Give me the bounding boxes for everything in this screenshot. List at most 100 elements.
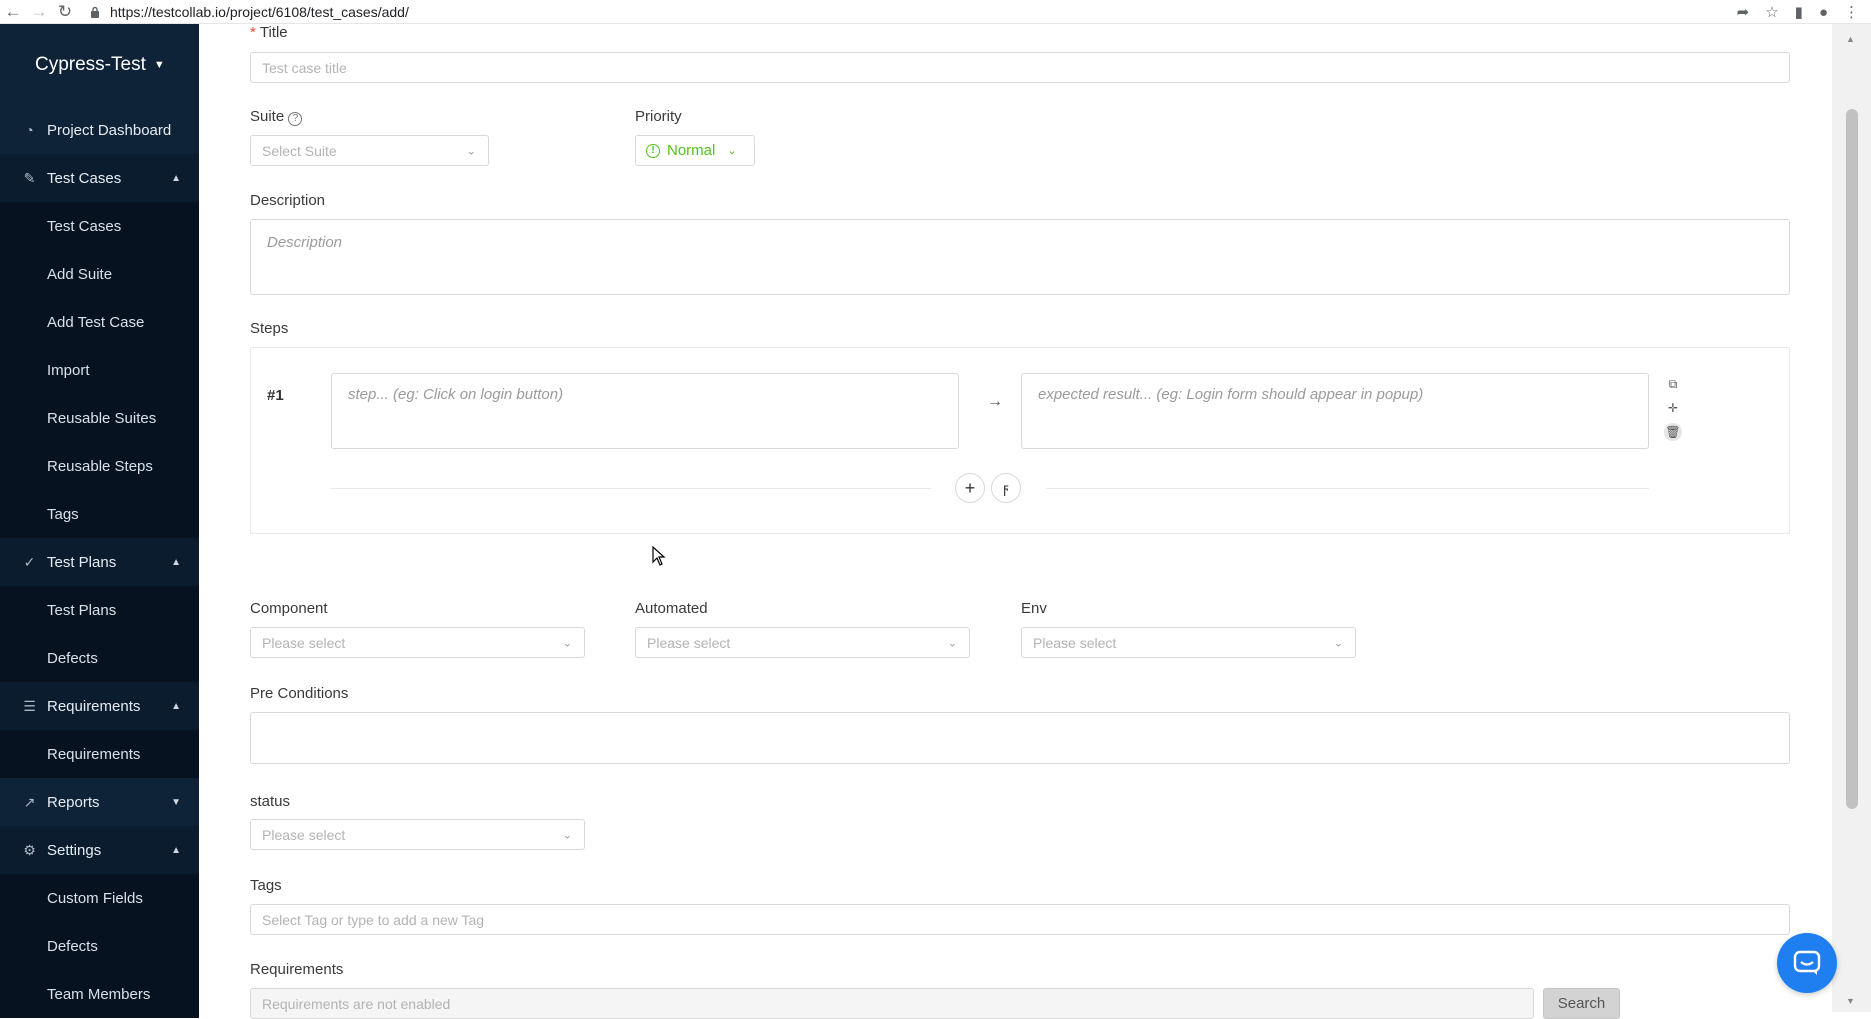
chevron-down-icon: ⌄ bbox=[466, 145, 476, 157]
suite-label-text: Suite bbox=[250, 108, 285, 125]
steps-container: #1 step... (eg: Click on login button) →… bbox=[250, 347, 1790, 534]
project-name: Cypress-Test bbox=[35, 54, 146, 75]
steps-label: Steps bbox=[250, 320, 289, 337]
priority-value: Normal bbox=[667, 142, 716, 159]
required-marker: * bbox=[250, 24, 256, 41]
sidebar-item-label: Add Suite bbox=[47, 265, 113, 283]
sidebar-item-test-plans[interactable]: ✓ Test Plans ▲ bbox=[0, 538, 199, 586]
add-step-button[interactable]: + bbox=[955, 473, 985, 503]
sidebar-item-label: Add Test Case bbox=[47, 313, 145, 331]
sidebar-item-label: Reusable Suites bbox=[47, 409, 157, 427]
address-bar[interactable]: https://testcollab.io/project/6108/test_… bbox=[88, 4, 409, 20]
project-switcher[interactable]: Cypress-Test ▼ bbox=[0, 24, 199, 106]
dashboard-icon: ◔ bbox=[25, 122, 34, 138]
status-select[interactable]: Please select ⌄ bbox=[250, 819, 585, 850]
tags-label: Tags bbox=[250, 877, 282, 894]
reload-icon[interactable]: ↻ bbox=[52, 0, 78, 24]
profile-icon[interactable]: ● bbox=[1819, 4, 1828, 21]
sidebar-item-label: Reports bbox=[47, 793, 100, 811]
step-number: #1 bbox=[267, 387, 284, 404]
suite-select[interactable]: Select Suite ⌄ bbox=[250, 135, 489, 166]
copy-icon[interactable]: ⧉ bbox=[1664, 375, 1682, 393]
sidebar-subitem-tags[interactable]: Tags bbox=[0, 490, 199, 538]
expected-placeholder: expected result... (eg: Login form shoul… bbox=[1038, 386, 1424, 403]
sidebar-subitem-add-test-case[interactable]: Add Test Case bbox=[0, 298, 199, 346]
help-icon[interactable]: ? bbox=[288, 111, 303, 126]
requirements-input: Requirements are not enabled bbox=[250, 988, 1534, 1019]
sidebar-item-project-dashboard[interactable]: ◔ Project Dashboard bbox=[0, 106, 199, 154]
url-text: https://testcollab.io/project/6108/test_… bbox=[110, 3, 409, 20]
chevron-up-icon: ▲ bbox=[171, 844, 181, 856]
chevron-down-icon: ▼ bbox=[171, 796, 181, 808]
expected-result-input[interactable]: expected result... (eg: Login form shoul… bbox=[1021, 373, 1649, 449]
info-icon: ! bbox=[646, 143, 660, 158]
sidebar-subitem-defects[interactable]: Defects bbox=[0, 634, 199, 682]
sidebar-item-test-cases[interactable]: ✎ Test Cases ▲ bbox=[0, 154, 199, 202]
sidebar-subitem-requirements[interactable]: Requirements bbox=[0, 730, 199, 778]
move-icon[interactable]: ✛ bbox=[1664, 399, 1682, 417]
automated-select[interactable]: Please select ⌄ bbox=[635, 627, 970, 658]
tags-input[interactable]: Select Tag or type to add a new Tag bbox=[250, 904, 1790, 935]
chevron-down-icon: ⌄ bbox=[1333, 637, 1343, 649]
sidebar-item-label: Requirements bbox=[47, 745, 141, 763]
sidebar-subitem-test-cases[interactable]: Test Cases bbox=[0, 202, 199, 250]
chat-launcher-button[interactable] bbox=[1777, 933, 1837, 993]
description-placeholder: Description bbox=[267, 234, 343, 251]
component-label: Component bbox=[250, 600, 328, 617]
sidebar-item-settings[interactable]: ⚙ Settings ▲ bbox=[0, 826, 199, 874]
scroll-up-icon[interactable]: ▲ bbox=[1846, 34, 1855, 44]
sidebar-item-label: Test Cases bbox=[47, 217, 122, 235]
step-divider-right bbox=[1046, 488, 1649, 489]
sidebar-subitem-reusable-steps[interactable]: Reusable Steps bbox=[0, 442, 199, 490]
back-icon[interactable]: ← bbox=[0, 0, 26, 24]
step-placeholder: step... (eg: Click on login button) bbox=[348, 386, 564, 403]
env-select[interactable]: Please select ⌄ bbox=[1021, 627, 1356, 658]
automated-placeholder: Please select bbox=[647, 634, 731, 651]
star-icon[interactable]: ☆ bbox=[1765, 3, 1778, 21]
sidebar-subitem-custom-fields[interactable]: Custom Fields bbox=[0, 874, 199, 922]
chevron-down-icon: ⌄ bbox=[562, 637, 572, 649]
sidebar-subitem-reusable-suites[interactable]: Reusable Suites bbox=[0, 394, 199, 442]
chevron-up-icon: ▲ bbox=[171, 556, 181, 568]
plus-icon: + bbox=[964, 477, 976, 498]
component-select[interactable]: Please select ⌄ bbox=[250, 627, 585, 658]
sidebar-item-label: Import bbox=[47, 361, 90, 379]
share-icon[interactable]: ➦ bbox=[1737, 3, 1750, 21]
test-case-form: * Title Test case title Suite ? Select Su… bbox=[199, 24, 1832, 1019]
sidebar-subitem-import[interactable]: Import bbox=[0, 346, 199, 394]
sidebar-subitem-add-suite[interactable]: Add Suite bbox=[0, 250, 199, 298]
requirements-label: Requirements bbox=[250, 961, 344, 978]
search-button[interactable]: Search bbox=[1543, 988, 1620, 1019]
chevron-down-icon: ⌄ bbox=[562, 829, 572, 841]
sidebar-item-reports[interactable]: ↗ Reports ▼ bbox=[0, 778, 199, 826]
caret-down-icon: ▼ bbox=[153, 59, 165, 71]
sidebar-item-label: Settings bbox=[47, 841, 102, 859]
sidepanel-icon[interactable]: ▮ bbox=[1795, 3, 1803, 21]
sidebar-item-label: Tags bbox=[47, 505, 79, 523]
scrollbar-thumb[interactable] bbox=[1846, 109, 1858, 809]
title-input[interactable]: Test case title bbox=[250, 52, 1790, 83]
chevron-down-icon: ⌄ bbox=[947, 637, 957, 649]
title-placeholder: Test case title bbox=[262, 59, 347, 76]
sidebar-item-label: Defects bbox=[47, 937, 98, 955]
sidebar-subitem-settings-defects[interactable]: Defects bbox=[0, 922, 199, 970]
scroll-down-icon[interactable]: ▼ bbox=[1846, 996, 1855, 1006]
trash-icon[interactable]: 🗑 bbox=[1664, 423, 1682, 441]
sidebar-item-label: Defects bbox=[47, 649, 98, 667]
priority-select[interactable]: ! Normal ⌄ bbox=[635, 135, 755, 166]
forward-icon[interactable]: → bbox=[26, 0, 52, 24]
step-input[interactable]: step... (eg: Click on login button) bbox=[331, 373, 959, 449]
sidebar-item-requirements[interactable]: ☰ Requirements ▲ bbox=[0, 682, 199, 730]
sidebar-subitem-team-members[interactable]: Team Members bbox=[0, 970, 199, 1018]
page-scrollbar[interactable]: ▲ ▼ bbox=[1832, 24, 1871, 1012]
sidebar-item-label: Test Cases bbox=[47, 169, 122, 187]
menu-icon[interactable]: ⋮ bbox=[1844, 3, 1859, 21]
sidebar-subitem-test-plans[interactable]: Test Plans bbox=[0, 586, 199, 634]
lightning-icon: ϝ bbox=[1003, 480, 1009, 496]
description-editor[interactable]: Description bbox=[250, 219, 1790, 295]
sidebar-item-label: Custom Fields bbox=[47, 889, 143, 907]
preconditions-textarea[interactable] bbox=[250, 712, 1790, 764]
list-icon: ☰ bbox=[23, 697, 36, 714]
reusable-step-button[interactable]: ϝ bbox=[991, 473, 1021, 503]
sidebar-item-label: Project Dashboard bbox=[47, 121, 172, 139]
